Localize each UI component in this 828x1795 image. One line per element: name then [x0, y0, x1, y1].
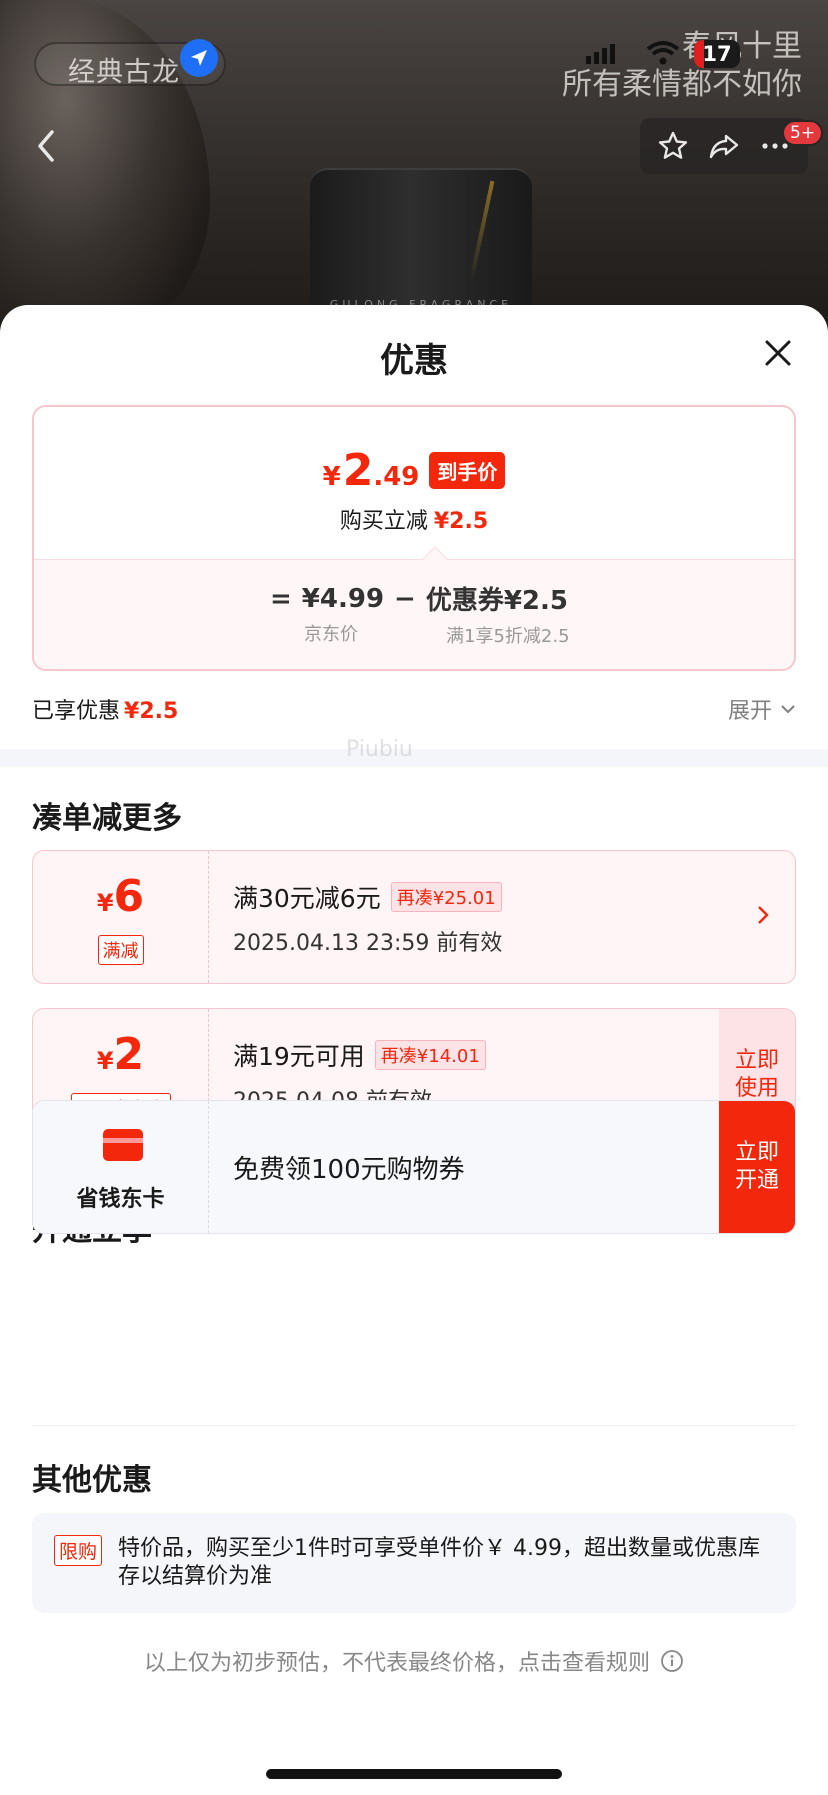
other-discount-box: 限购 特价品，购买至少1件时可享受单件价￥ 4.99，超出数量或优惠库存以结算价…	[32, 1513, 796, 1613]
final-price: ¥ 2 .49 到手价	[34, 445, 794, 496]
chevron-right-icon[interactable]	[755, 903, 771, 927]
membership-name: 省钱东卡	[76, 1187, 165, 1212]
price-breakdown: = ¥4.99 − 优惠券¥2.5 京东价 满1享5折减2.5	[34, 559, 794, 669]
coupon-currency: ¥	[96, 889, 114, 917]
watermark: Piubiu	[346, 737, 413, 762]
store-name: 经典古龙	[68, 57, 180, 88]
rules-link[interactable]: 以上仅为初步预估，不代表最终价格，点击查看规则	[0, 1645, 828, 1677]
membership-card-left: 省钱东卡	[33, 1101, 209, 1233]
coupon-gap-tag: 再凑¥14.01	[374, 1040, 486, 1070]
coupon-amount-panel: ¥6 满减	[33, 851, 209, 983]
section-divider	[0, 749, 828, 767]
instant-off-line: 购买立减 ¥2.5	[34, 503, 794, 535]
coupon-amount: ¥2	[33, 1029, 208, 1080]
home-indicator[interactable]	[266, 1769, 562, 1779]
star-icon[interactable]	[653, 126, 693, 166]
membership-card[interactable]: 省钱东卡 免费领100元购物券 立即开通	[32, 1100, 796, 1234]
coupon-rule-label: 满1享5折减2.5	[446, 626, 570, 647]
back-chevron-icon[interactable]	[30, 126, 64, 166]
coupon-currency: ¥	[96, 1047, 114, 1075]
disclaimer-text: 以上仅为初步预估，不代表最终价格，点击查看规则	[143, 1651, 650, 1676]
base-price-label: 京东价	[304, 624, 358, 645]
share-icon[interactable]	[704, 126, 744, 166]
coupon-gap-tag: 再凑¥25.01	[390, 882, 502, 912]
open-membership-label: 立即开通	[734, 1140, 779, 1193]
base-price: ¥4.99	[301, 583, 385, 614]
other-discount-text: 特价品，购买至少1件时可享受单件价￥ 4.99，超出数量或优惠库存以结算价为准	[118, 1536, 760, 1589]
other-section-title: 其他优惠	[32, 1463, 152, 1498]
sheet-title: 优惠	[380, 341, 448, 381]
instant-off-value: ¥2.5	[433, 509, 489, 534]
enjoyed-discount: 已享优惠 ¥2.5	[32, 693, 178, 725]
enjoyed-value: ¥2.5	[124, 699, 179, 724]
info-icon	[661, 1650, 683, 1672]
battery-icon: 17	[694, 40, 740, 68]
expand-label: 展开	[727, 699, 772, 724]
equals-sign: =	[270, 583, 292, 614]
close-icon[interactable]	[762, 337, 794, 369]
product-hero: GULONG FRAGRANCE 经典古龙 春风十里 所有柔情都不如你 17 5…	[0, 0, 828, 330]
coupon-deduction: 优惠券¥2.5	[425, 586, 568, 616]
chevron-down-icon	[781, 705, 795, 714]
coupon-value: 6	[113, 871, 145, 922]
bottle-gold-streak	[469, 180, 495, 280]
coupon-rule-text: 满19元可用	[233, 1042, 365, 1071]
final-price-card: ¥ 2 .49 到手价 购买立减 ¥2.5 = ¥4.99 − 优惠券¥2.5 京…	[32, 405, 796, 671]
price-currency: ¥	[322, 462, 341, 492]
minus-sign: −	[394, 583, 416, 614]
open-membership-button[interactable]: 立即开通	[719, 1101, 795, 1233]
more-section-title: 凑单减更多	[32, 801, 182, 836]
expand-button[interactable]: 展开	[728, 693, 796, 725]
final-price-tag: 到手价	[429, 452, 506, 489]
coupon-validity: 2025.04.13 23:59 前有效	[233, 931, 503, 956]
coupon-card-1[interactable]: ¥6 满减 满30元减6元 再凑¥25.01 2025.04.13 23:59 …	[32, 850, 796, 984]
price-integer: 2	[342, 445, 374, 496]
signal-icon	[586, 44, 615, 64]
poem-overlay: 春风十里 所有柔情都不如你	[562, 28, 802, 104]
enjoyed-label: 已享优惠	[32, 699, 121, 724]
coupon-kind-tag: 满减	[97, 935, 144, 965]
coupon-amount: ¥6	[33, 871, 208, 922]
discount-sheet: 优惠 ¥ 2 .49 到手价 购买立减 ¥2.5 = ¥4.99 − 优惠券¥2.…	[0, 305, 828, 1795]
location-arrow-icon[interactable]	[180, 39, 218, 77]
notification-badge: 5+	[782, 120, 824, 146]
battery-level: 17	[702, 42, 732, 66]
card-icon	[103, 1129, 143, 1161]
coupon-value: 2	[113, 1029, 145, 1080]
coupon-rule: 满19元可用 再凑¥14.01	[233, 1037, 486, 1073]
divider	[32, 1425, 796, 1426]
limit-tag: 限购	[54, 1535, 103, 1566]
final-price-top: ¥ 2 .49 到手价 购买立减 ¥2.5	[34, 407, 794, 559]
poem-line-2: 所有柔情都不如你	[562, 67, 802, 102]
use-coupon-label: 立即使用	[734, 1048, 779, 1101]
coupon-kind: 满减	[33, 935, 208, 965]
coupon-rule-text: 满30元减6元	[233, 884, 381, 913]
breakdown-formula: = ¥4.99 − 优惠券¥2.5	[270, 580, 578, 617]
price-decimal: .49	[373, 462, 420, 492]
membership-offer: 免费领100元购物券	[233, 1155, 465, 1185]
wifi-icon	[646, 41, 680, 65]
instant-off-label: 购买立减	[339, 509, 428, 534]
coupon-rule: 满30元减6元 再凑¥25.01	[233, 879, 502, 915]
